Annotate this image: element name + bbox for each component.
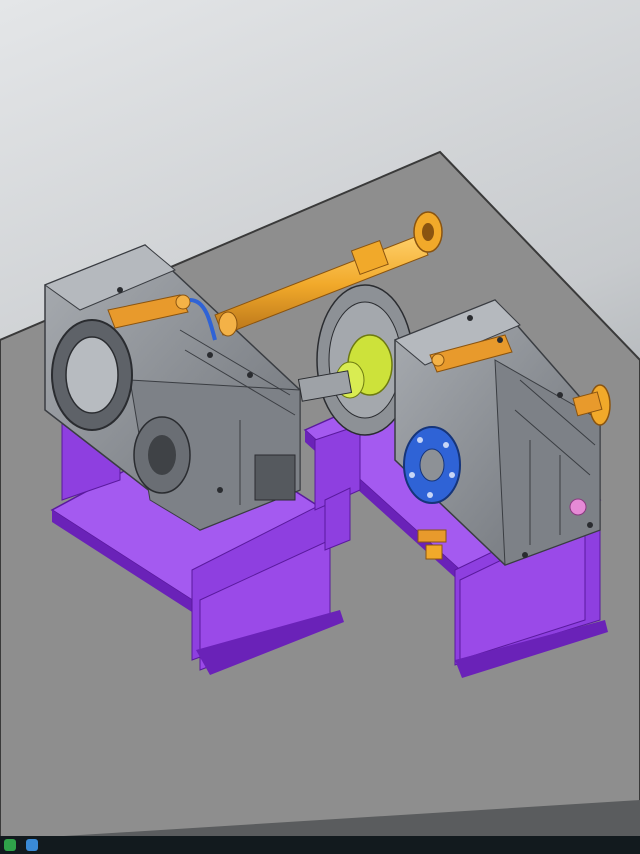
windows-start-icon[interactable] <box>4 839 16 851</box>
cad-viewport <box>0 0 640 854</box>
app-icon[interactable] <box>26 839 38 851</box>
cad-scene <box>0 0 640 854</box>
taskbar <box>0 836 640 854</box>
